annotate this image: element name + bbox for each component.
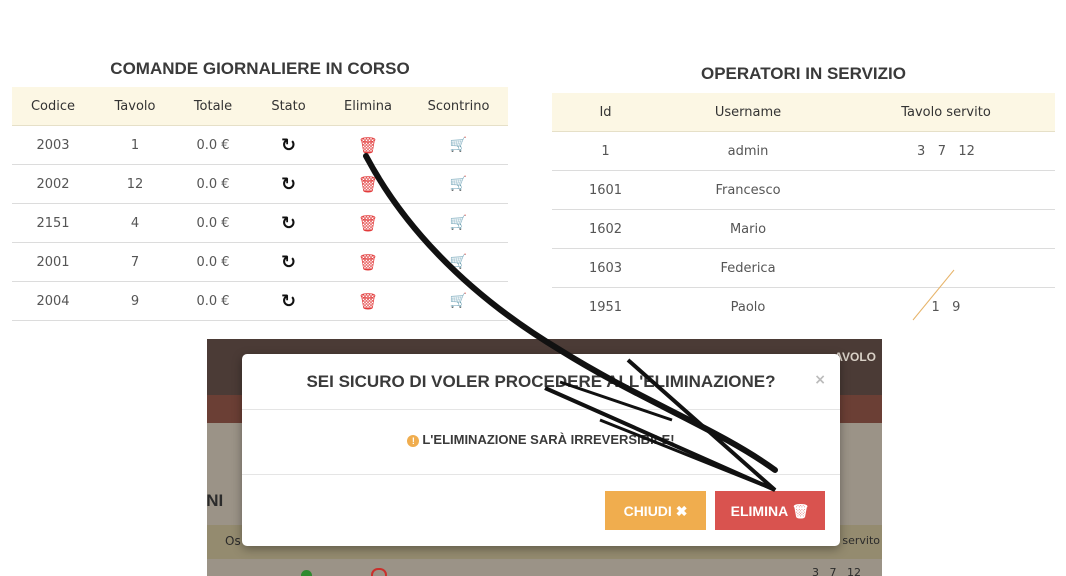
bg-status-icon <box>301 570 312 576</box>
table-row: 1951 Paolo 1 9 <box>552 288 1055 327</box>
tavoli-cell <box>837 170 1055 210</box>
table-row: 2002 12 0.0 € ↻ 🗑 🛒 <box>12 164 508 204</box>
refresh-icon[interactable]: ↻ <box>281 213 296 234</box>
operatori-header-row: Id Username Tavolo servito <box>552 93 1055 132</box>
modal-header: SEI SICURO DI VOLER PROCEDERE ALL'ELIMIN… <box>242 354 840 410</box>
tavolo-cell: 4 <box>94 203 176 243</box>
totale-cell: 0.0 € <box>176 125 250 165</box>
col-elimina: Elimina <box>327 87 409 126</box>
trash-icon[interactable]: 🗑 <box>358 175 378 194</box>
col-totale: Totale <box>176 87 250 126</box>
tavolo-cell: 7 <box>94 242 176 282</box>
id-cell: 1951 <box>588 299 623 315</box>
delete-button[interactable]: ELIMINA 🗑 <box>715 491 825 530</box>
cart-icon[interactable]: 🛒 <box>450 176 467 192</box>
bg-ban-icon <box>371 568 387 576</box>
table-row: 1601 Francesco <box>552 170 1055 210</box>
operatori-table: Id Username Tavolo servito 1 admin 3 7 1… <box>552 93 1055 326</box>
bg-section-title: ONI <box>207 491 224 510</box>
refresh-icon[interactable]: ↻ <box>281 291 296 312</box>
codice-cell: 2001 <box>12 242 94 282</box>
bg-nav-link: AVOLO <box>834 350 876 364</box>
refresh-icon[interactable]: ↻ <box>281 135 296 156</box>
codice-cell: 2151 <box>12 203 94 243</box>
exclamation-circle-icon: ! <box>407 434 420 447</box>
warning-text: L'ELIMINAZIONE SARÀ IRREVERSIBILE! <box>422 432 675 447</box>
comande-table: Codice Tavolo Totale Stato Elimina Scont… <box>12 87 508 321</box>
tavoli-cell <box>837 248 1055 288</box>
totale-cell: 0.0 € <box>176 164 250 204</box>
totale-cell: 0.0 € <box>176 281 250 321</box>
trash-icon[interactable]: 🗑 <box>358 253 378 272</box>
table-row: 1 admin 3 7 12 <box>552 131 1055 171</box>
totale-cell: 0.0 € <box>176 242 250 282</box>
col-tavolo: Tavolo <box>94 87 176 126</box>
username-cell: Paolo <box>730 299 766 315</box>
id-cell: 1602 <box>552 209 659 249</box>
bg-header-right: servito <box>842 534 880 547</box>
trash-icon[interactable]: 🗑 <box>358 292 378 311</box>
cart-icon[interactable]: 🛒 <box>450 137 467 153</box>
username-cell: Mario <box>659 209 837 249</box>
cart-icon[interactable]: 🛒 <box>450 293 467 309</box>
table-row: 2004 9 0.0 € ↻ 🗑 🛒 <box>12 281 508 321</box>
cart-icon[interactable]: 🛒 <box>450 215 467 231</box>
codice-cell: 2002 <box>12 164 94 204</box>
id-cell: 1 <box>552 131 659 171</box>
trash-icon[interactable]: 🗑 <box>358 214 378 233</box>
cart-icon[interactable]: 🛒 <box>450 254 467 270</box>
table-row: 2151 4 0.0 € ↻ 🗑 🛒 <box>12 203 508 243</box>
id-cell: 1601 <box>552 170 659 210</box>
col-stato: Stato <box>250 87 327 126</box>
col-scontrino: Scontrino <box>409 87 508 126</box>
col-tavolo-servito: Tavolo servito <box>837 93 1055 132</box>
refresh-icon[interactable]: ↻ <box>281 252 296 273</box>
username-cell: Federica <box>659 248 837 288</box>
tavolo-cell: 12 <box>94 164 176 204</box>
username-cell: Francesco <box>659 170 837 210</box>
totale-cell: 0.0 € <box>176 203 250 243</box>
codice-cell: 2003 <box>12 125 94 165</box>
operatori-title: OPERATORI IN SERVIZIO <box>701 64 906 83</box>
table-row: 1602 Mario <box>552 209 1055 249</box>
trash-icon[interactable]: 🗑 <box>358 136 378 155</box>
codice-cell: 2004 <box>12 281 94 321</box>
close-icon[interactable]: × <box>814 372 826 388</box>
bg-header-left: Os <box>225 534 241 548</box>
comande-header-row: Codice Tavolo Totale Stato Elimina Scont… <box>12 87 508 126</box>
id-cell: 1603 <box>552 248 659 288</box>
table-row: 1603 Federica <box>552 248 1055 288</box>
comande-title: COMANDE GIORNALIERE IN CORSO <box>110 59 410 78</box>
col-id: Id <box>552 93 659 132</box>
col-username: Username <box>659 93 837 132</box>
tavoli-cell: 1 9 <box>931 299 961 315</box>
modal-title: SEI SICURO DI VOLER PROCEDERE ALL'ELIMIN… <box>306 372 776 391</box>
modal-body: ! L'ELIMINAZIONE SARÀ IRREVERSIBILE! <box>242 410 840 475</box>
tavolo-cell: 1 <box>94 125 176 165</box>
table-row: 2003 1 0.0 € ↻ 🗑 🛒 <box>12 125 508 165</box>
refresh-icon[interactable]: ↻ <box>281 174 296 195</box>
tavoli-cell <box>837 209 1055 249</box>
cancel-button[interactable]: CHIUDI ✖ <box>605 491 706 530</box>
tavoli-cell: 3 7 12 <box>837 131 1055 171</box>
col-codice: Codice <box>12 87 94 126</box>
confirm-delete-modal: SEI SICURO DI VOLER PROCEDERE ALL'ELIMIN… <box>242 354 840 546</box>
tavolo-cell: 9 <box>94 281 176 321</box>
bg-row: 3 7 12 <box>812 566 861 576</box>
table-row: 2001 7 0.0 € ↻ 🗑 🛒 <box>12 242 508 282</box>
warning-message: ! L'ELIMINAZIONE SARÀ IRREVERSIBILE! <box>242 432 840 447</box>
username-cell: admin <box>659 131 837 171</box>
